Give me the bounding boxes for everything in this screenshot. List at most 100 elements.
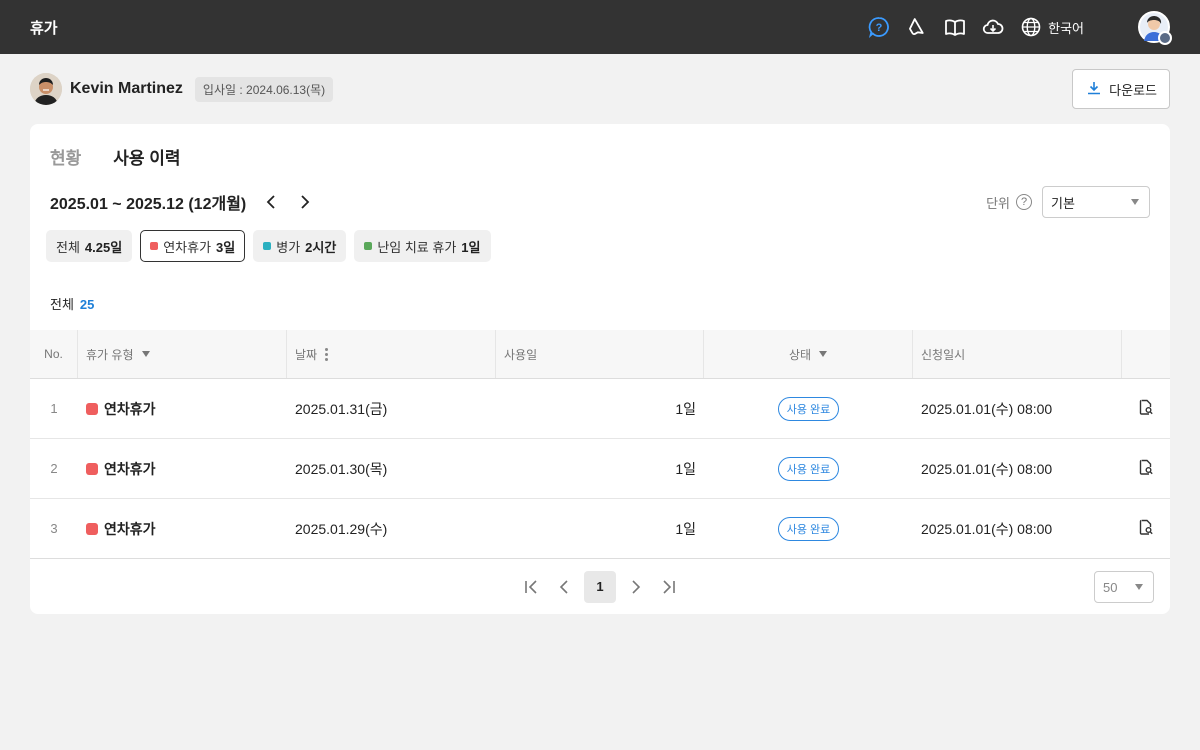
last-page-button[interactable] [656, 571, 680, 603]
date-cell: 2025.01.29(수) [295, 520, 388, 537]
leave-type-cell: 연차휴가 [86, 459, 156, 479]
leave-type-cell: 연차휴가 [86, 519, 156, 539]
filter-chip-all[interactable]: 전체 4.25일 [46, 230, 133, 262]
date-cell: 2025.01.31(금) [295, 400, 388, 417]
requested-cell: 2025.01.01(수) 08:00 [921, 520, 1053, 537]
days-cell: 1일 [675, 460, 696, 477]
page-number-button[interactable]: 1 [584, 570, 616, 603]
col-requested-at: 신청일시 [913, 330, 1122, 378]
chip-label: 연차휴가 [163, 239, 212, 255]
column-menu-icon[interactable] [325, 347, 329, 361]
megaphone-icon[interactable] [906, 16, 928, 38]
usage-table: No. 휴가 유형 날짜 사용일 상태 신청일시 1 연차휴가 2025.01.… [30, 330, 1170, 559]
filter-chip-annual-leave[interactable]: 연차휴가 3일 [140, 230, 246, 262]
col-leave-type[interactable]: 휴가 유형 [78, 330, 287, 378]
annual-leave-color-square [86, 462, 98, 475]
profile-avatar[interactable] [1138, 11, 1172, 45]
download-label: 다운로드 [1109, 82, 1157, 98]
total-label: 전체 [50, 297, 74, 312]
requested-cell: 2025.01.01(수) 08:00 [921, 400, 1053, 417]
status-badge: 사용 완료 [777, 456, 840, 481]
language-selector[interactable]: 한국어 [1020, 16, 1084, 38]
days-cell: 1일 [675, 400, 696, 417]
col-days-used: 사용일 [496, 330, 704, 378]
sick-leave-color-dot [263, 242, 272, 250]
filter-chip-sick-leave[interactable]: 병가 2시간 [253, 230, 347, 262]
col-actions [1122, 330, 1170, 378]
table-row[interactable]: 1 연차휴가 2025.01.31(금) 1일 사용 완료 2025.01.01… [30, 379, 1170, 439]
help-icon[interactable]: ? [868, 16, 890, 38]
days-cell: 1일 [675, 520, 696, 537]
leave-type-filters: 전체 4.25일 연차휴가 3일 병가 2시간 난임 치료 휴가 1일 [46, 230, 491, 262]
unit-select[interactable]: 기본 [1042, 186, 1150, 218]
book-icon[interactable] [944, 16, 966, 38]
first-page-button[interactable] [520, 571, 544, 603]
table-row[interactable]: 2 연차휴가 2025.01.30(목) 1일 사용 완료 2025.01.01… [30, 439, 1170, 499]
page-size-value: 50 [1103, 579, 1118, 595]
period-label: 2025.01 ~ 2025.12 (12개월) [50, 196, 247, 213]
chip-label: 난임 치료 휴가 [377, 239, 457, 255]
row-no: 1 [50, 401, 58, 416]
col-no: No. [30, 330, 78, 378]
main-card: 현황 사용 이력 2025.01 ~ 2025.12 (12개월) 단위 ? 기… [30, 124, 1170, 614]
chip-value: 4.25일 [84, 239, 123, 255]
profile-badge-icon [1158, 31, 1172, 45]
status-badge: 사용 완료 [777, 516, 840, 541]
page-size-select[interactable]: 50 [1094, 571, 1154, 603]
pagination: 1 50 [30, 558, 1170, 614]
date-cell: 2025.01.30(목) [295, 460, 388, 477]
tab-usage-history[interactable]: 사용 이력 [113, 144, 180, 168]
row-no: 2 [50, 461, 58, 476]
chip-label: 전체 [56, 239, 80, 255]
col-status[interactable]: 상태 [704, 330, 913, 378]
chevron-down-icon [1131, 199, 1139, 205]
cloud-download-icon[interactable] [982, 16, 1004, 38]
total-count: 전체 25 [50, 294, 94, 313]
tab-bar: 현황 사용 이력 [30, 124, 1170, 168]
unit-label: 단위 [986, 195, 1010, 211]
next-period-button[interactable] [292, 190, 316, 214]
chip-value: 3일 [216, 239, 236, 255]
app-title: 휴가 [30, 19, 58, 37]
globe-icon [1020, 16, 1042, 38]
annual-leave-color-dot [150, 242, 159, 250]
prev-page-button[interactable] [552, 571, 576, 603]
next-page-button[interactable] [624, 571, 648, 603]
download-button[interactable]: 다운로드 [1072, 69, 1170, 109]
period-bar: 2025.01 ~ 2025.12 (12개월) 단위 ? 기본 [50, 186, 1150, 218]
total-count-value: 25 [79, 297, 95, 312]
tab-status[interactable]: 현황 [50, 144, 81, 168]
sort-caret-icon [141, 351, 150, 357]
unit-control: 단위 ? 기본 [986, 186, 1150, 218]
table-header: No. 휴가 유형 날짜 사용일 상태 신청일시 [30, 330, 1170, 379]
user-avatar [30, 73, 62, 105]
annual-leave-color-square [86, 522, 98, 535]
leave-type-cell: 연차휴가 [86, 399, 156, 419]
chip-value: 2시간 [305, 239, 337, 255]
infertility-leave-color-dot [364, 242, 373, 250]
col-date[interactable]: 날짜 [287, 330, 496, 378]
filter-caret-icon [819, 351, 828, 357]
top-bar: 휴가 ? 한국어 [0, 0, 1200, 54]
requested-cell: 2025.01.01(수) 08:00 [921, 460, 1053, 477]
svg-text:?: ? [876, 22, 883, 34]
unit-help-icon[interactable]: ? [1016, 194, 1032, 210]
table-row[interactable]: 3 연차휴가 2025.01.29(수) 1일 사용 완료 2025.01.01… [30, 499, 1170, 559]
annual-leave-color-square [86, 402, 98, 415]
row-no: 3 [50, 521, 58, 536]
chip-label: 병가 [276, 239, 301, 255]
download-icon [1087, 81, 1101, 98]
chevron-down-icon [1135, 584, 1143, 590]
document-search-icon[interactable] [1138, 399, 1154, 418]
document-search-icon[interactable] [1138, 519, 1154, 538]
user-header: Kevin Martinez 입사일 : 2024.06.13(목) 다운로드 [0, 54, 1200, 124]
language-label: 한국어 [1048, 20, 1084, 36]
unit-select-value: 기본 [1051, 195, 1075, 211]
prev-period-button[interactable] [260, 190, 284, 214]
join-date-badge: 입사일 : 2024.06.13(목) [194, 76, 334, 102]
status-badge: 사용 완료 [777, 396, 840, 421]
filter-chip-infertility-leave[interactable]: 난임 치료 휴가 1일 [354, 230, 491, 262]
document-search-icon[interactable] [1138, 459, 1154, 478]
chip-value: 1일 [461, 239, 481, 255]
user-name: Kevin Martinez [70, 80, 183, 97]
